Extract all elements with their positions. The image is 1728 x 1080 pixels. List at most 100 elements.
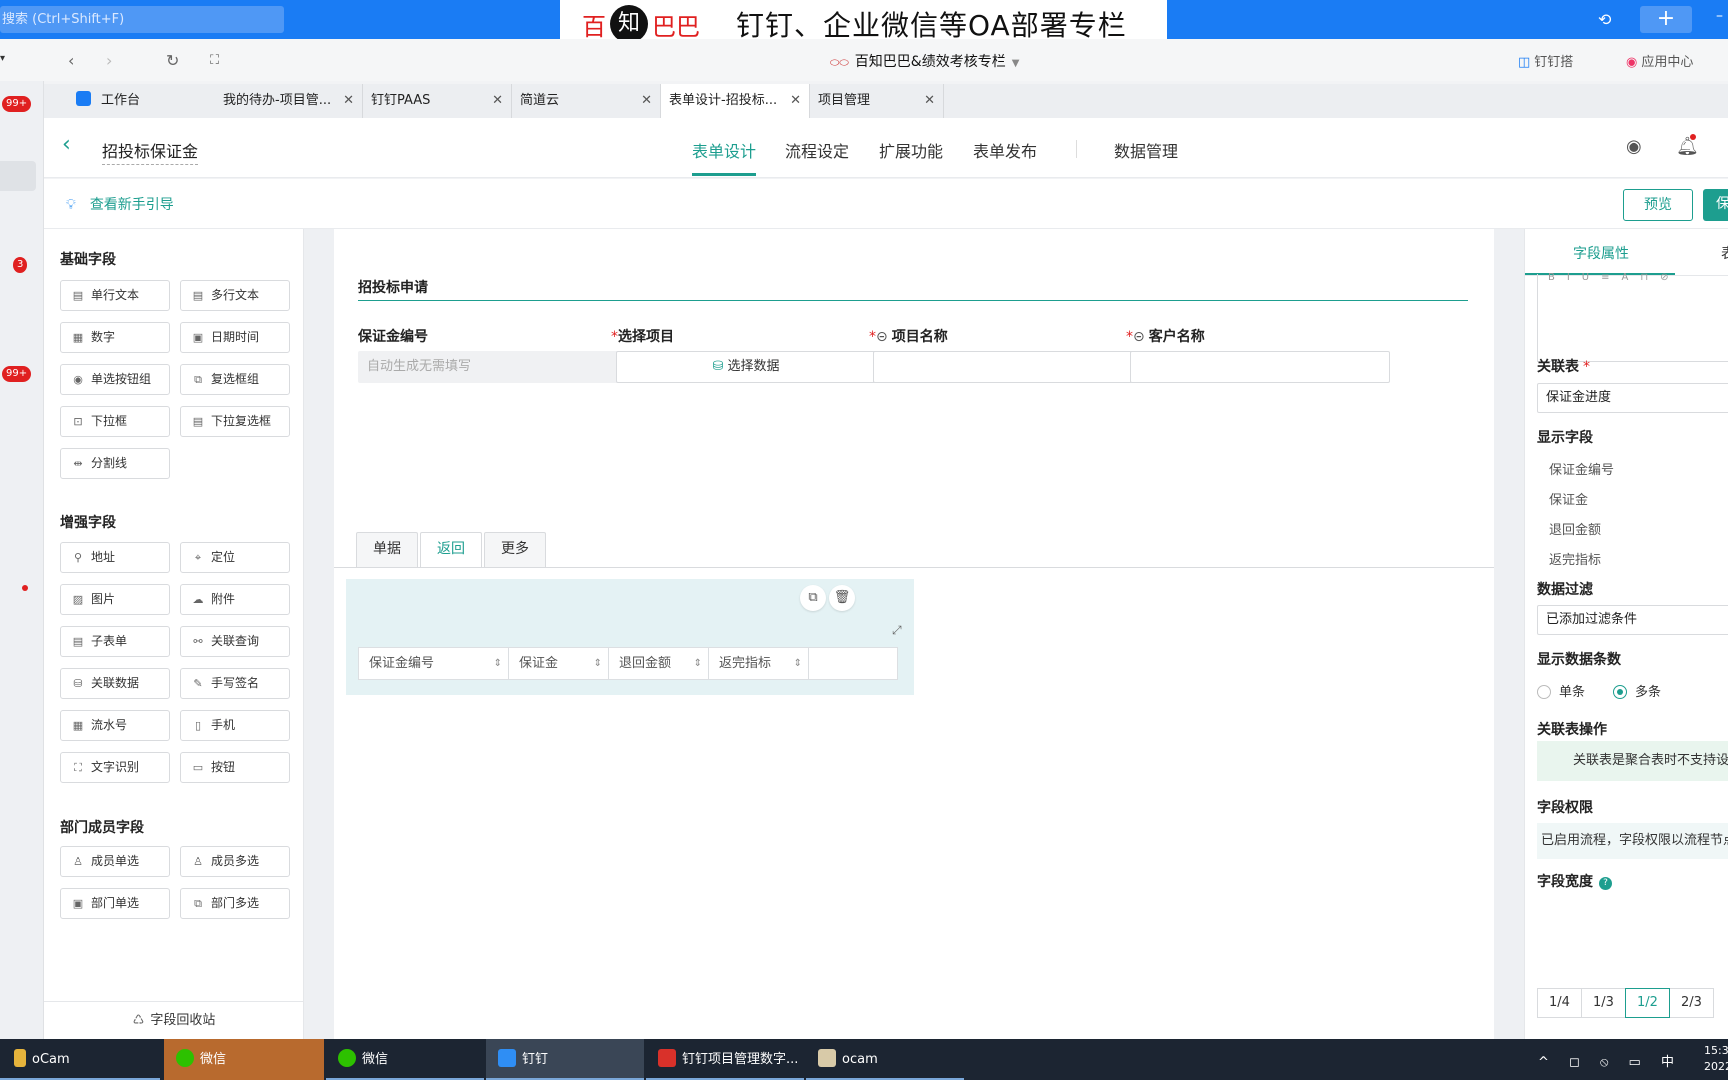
- rich-text-editor[interactable]: BIU≡A⊓⊘: [1537, 272, 1728, 362]
- field-serial-number[interactable]: ▦ 流水号: [60, 710, 170, 741]
- field-member-multi[interactable]: ♙ 成员多选: [180, 846, 290, 877]
- field-attachment[interactable]: ☁ 附件: [180, 584, 290, 615]
- field-button[interactable]: ▭ 按钮: [180, 752, 290, 783]
- section-title[interactable]: 招投标申请: [358, 277, 428, 297]
- back-icon[interactable]: ‹: [62, 132, 71, 157]
- taskbar-wechat-1[interactable]: 微信: [164, 1039, 324, 1080]
- sort-icon[interactable]: ⇕: [494, 648, 502, 679]
- caret-down-icon[interactable]: ▼: [1012, 58, 1020, 69]
- tab-field-properties[interactable]: 字段属性: [1573, 243, 1629, 263]
- help-icon[interactable]: ?: [1599, 877, 1612, 890]
- minimize-button[interactable]: –: [1716, 8, 1723, 24]
- forward-arrow-icon[interactable]: ›: [106, 51, 112, 70]
- field-address[interactable]: ⚲ 地址: [60, 542, 170, 573]
- taskbar-wechat-2[interactable]: 微信: [326, 1039, 484, 1080]
- page-title[interactable]: ⬭⬭ 百知巴巴&绩效考核专栏 ▼: [830, 51, 1019, 71]
- radio-single[interactable]: 单条: [1537, 681, 1585, 700]
- field-single-line-text[interactable]: ▤ 单行文本: [60, 280, 170, 311]
- field-dropdown[interactable]: ⊡ 下拉框: [60, 406, 170, 437]
- field-signature[interactable]: ✎ 手写签名: [180, 668, 290, 699]
- tab-dingding-paas[interactable]: 钉钉PAAS ✕: [363, 84, 512, 118]
- tab-more[interactable]: 更多: [484, 532, 546, 567]
- close-icon[interactable]: ✕: [924, 84, 935, 118]
- history-icon[interactable]: ⟲: [1598, 10, 1611, 29]
- field-number[interactable]: ▦ 数字: [60, 322, 170, 353]
- display-field-item[interactable]: 返完指标: [1549, 549, 1601, 568]
- field-recycle-bin[interactable]: ♺ 字段回收站: [44, 1001, 304, 1039]
- nav-extensions[interactable]: 扩展功能: [879, 138, 943, 162]
- field-subform[interactable]: ▤ 子表单: [60, 626, 170, 657]
- field-dropdown-multi[interactable]: ▤ 下拉复选框: [180, 406, 290, 437]
- system-tray[interactable]: ^ ◻ ⦸ ▭ 中: [1538, 1051, 1682, 1070]
- table-header-refund-amount[interactable]: 退回金额 ⇕: [609, 648, 709, 679]
- display-field-item[interactable]: 保证金编号: [1549, 459, 1614, 478]
- display-field-item[interactable]: 保证金: [1549, 489, 1588, 508]
- field-divider[interactable]: ⇹ 分割线: [60, 448, 170, 479]
- field-phone[interactable]: ▯ 手机: [180, 710, 290, 741]
- tab-form-design[interactable]: 表单设计-招投标... ✕: [661, 84, 810, 118]
- preview-button[interactable]: 预览: [1623, 189, 1693, 221]
- tab-form-properties[interactable]: 表: [1721, 243, 1728, 263]
- field-image[interactable]: ▨ 图片: [60, 584, 170, 615]
- close-icon[interactable]: ✕: [343, 84, 354, 118]
- new-user-guide-link[interactable]: 💡︎ 查看新手引导: [66, 194, 174, 214]
- form-name[interactable]: 招投标保证金: [102, 138, 199, 165]
- tab-documents[interactable]: 单据: [356, 532, 418, 567]
- field-related-data[interactable]: ⛁ 关联数据: [60, 668, 170, 699]
- field-dept-multi[interactable]: ⧉ 部门多选: [180, 888, 290, 919]
- sort-icon[interactable]: ⇕: [594, 648, 602, 679]
- table-header-deposit-number[interactable]: 保证金编号 ⇕: [359, 648, 509, 679]
- strip-selected-item[interactable]: [0, 161, 36, 191]
- field-multi-line-text[interactable]: ▤ 多行文本: [180, 280, 290, 311]
- save-button[interactable]: 保: [1703, 189, 1728, 221]
- nav-form-publish[interactable]: 表单发布: [973, 138, 1037, 162]
- back-arrow-icon[interactable]: ‹: [68, 51, 74, 70]
- display-field-item[interactable]: 退回金额: [1549, 519, 1601, 538]
- expand-icon[interactable]: ⤢: [892, 623, 902, 638]
- data-filter-input[interactable]: 已添加过滤条件: [1537, 605, 1728, 635]
- field-datetime[interactable]: ▣ 日期时间: [180, 322, 290, 353]
- tab-workbench[interactable]: 工作台: [68, 84, 208, 118]
- chevron-down-icon[interactable]: ▾: [0, 53, 5, 64]
- app-center-link[interactable]: ◉ 应用中心: [1626, 51, 1693, 70]
- table-header-return-index[interactable]: 返完指标 ⇕: [709, 648, 809, 679]
- select-data-button[interactable]: ⛁ 选择数据: [616, 351, 876, 383]
- copy-icon[interactable]: ⧉: [800, 585, 826, 611]
- add-button[interactable]: +: [1640, 6, 1692, 33]
- fullscreen-icon[interactable]: ⛶: [210, 53, 219, 68]
- field-dept-single[interactable]: ▣ 部门单选: [60, 888, 170, 919]
- field-ocr[interactable]: ⛶ 文字识别: [60, 752, 170, 783]
- tab-my-todo[interactable]: 我的待办-项目管... ✕: [215, 84, 363, 118]
- deposit-number-input[interactable]: 自动生成无需填写: [358, 351, 618, 383]
- taskbar-dingtalk[interactable]: 钉钉: [486, 1039, 644, 1080]
- taskbar-ocam-app[interactable]: ocam: [806, 1039, 964, 1080]
- tab-jiandaoyun[interactable]: 简道云 ✕: [512, 84, 661, 118]
- link-table-select[interactable]: 保证金进度: [1537, 383, 1728, 413]
- width-option-third[interactable]: 1/3: [1581, 988, 1626, 1018]
- related-data-field[interactable]: ⧉ 🗑︎ ⤢ 保证金编号 ⇕ 保证金 ⇕ 退回金额 ⇕ 返完指标 ⇕: [346, 579, 914, 695]
- width-option-quarter[interactable]: 1/4: [1537, 988, 1582, 1018]
- editor-toolbar-icons[interactable]: BIU≡A⊓⊘: [1548, 272, 1681, 283]
- radio-multiple[interactable]: 多条: [1613, 681, 1661, 700]
- nav-form-design[interactable]: 表单设计: [692, 138, 756, 162]
- project-name-input[interactable]: [873, 351, 1133, 383]
- width-option-two-thirds[interactable]: 2/3: [1669, 988, 1714, 1018]
- table-header-deposit[interactable]: 保证金 ⇕: [509, 648, 609, 679]
- width-option-half[interactable]: 1/2: [1625, 988, 1670, 1018]
- compass-icon[interactable]: ◉: [1626, 136, 1642, 157]
- field-related-query[interactable]: ⚯ 关联查询: [180, 626, 290, 657]
- sort-icon[interactable]: ⇕: [694, 648, 702, 679]
- field-checkbox-group[interactable]: ⧉ 复选框组: [180, 364, 290, 395]
- sort-icon[interactable]: ⇕: [794, 648, 802, 679]
- trash-icon[interactable]: 🗑︎: [829, 585, 855, 611]
- field-member-single[interactable]: ♙ 成员单选: [60, 846, 170, 877]
- tab-return[interactable]: 返回: [420, 532, 482, 568]
- field-radio-group[interactable]: ◉ 单选按钮组: [60, 364, 170, 395]
- nav-process-settings[interactable]: 流程设定: [785, 138, 849, 162]
- refresh-icon[interactable]: ↻: [166, 51, 179, 70]
- nav-data-management[interactable]: 数据管理: [1114, 138, 1178, 162]
- close-icon[interactable]: ✕: [790, 84, 801, 118]
- global-search-input[interactable]: 搜索 (Ctrl+Shift+F): [0, 6, 284, 33]
- dingdazhi-link[interactable]: ◫ 钉钉搭: [1518, 51, 1573, 70]
- bell-icon[interactable]: 🔔︎: [1676, 136, 1699, 157]
